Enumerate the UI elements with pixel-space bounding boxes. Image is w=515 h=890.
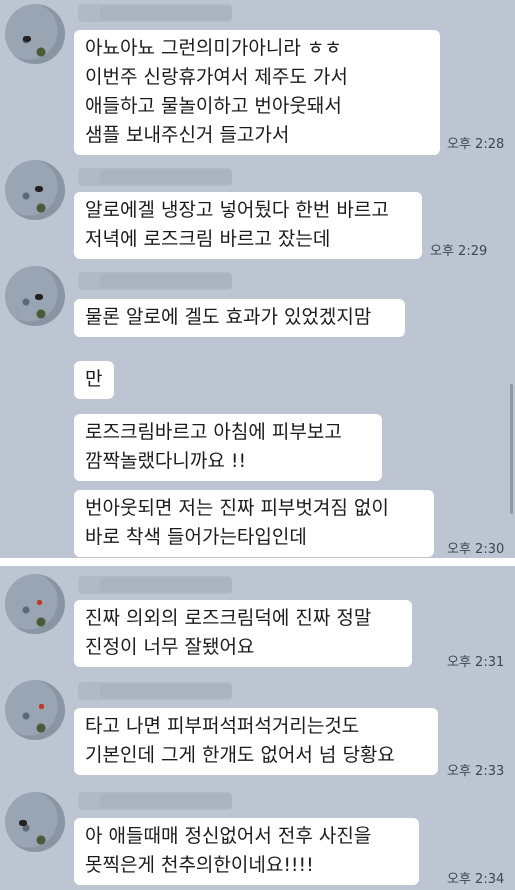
message-bubble[interactable]: 번아웃되면 저는 진짜 피부벗겨짐 없이 바로 착색 들어가는타입인데 bbox=[74, 490, 434, 557]
message-line: 만 bbox=[85, 368, 103, 390]
message-line: 아 애들때매 정신없어서 전후 사진을 bbox=[85, 825, 372, 847]
avatar-mark bbox=[39, 704, 44, 709]
avatar-mark bbox=[37, 600, 42, 605]
avatar[interactable] bbox=[5, 792, 65, 852]
message-line: 로즈크림바르고 아침에 피부보고 bbox=[85, 421, 342, 443]
message-bubble[interactable]: 아 애들때매 정신없어서 전후 사진을 못찍은게 천추의한이네요!!!! bbox=[74, 818, 419, 885]
message-timestamp: 오후 2:28 bbox=[447, 137, 505, 152]
message-line: 번아웃되면 저는 진짜 피부벗겨짐 없이 bbox=[85, 497, 389, 519]
scrollbar[interactable] bbox=[510, 384, 513, 514]
message-timestamp: 오후 2:30 bbox=[447, 542, 505, 557]
avatar-mark bbox=[35, 294, 43, 300]
message-line: 아뇨아뇨 그런의미가아니라 ㅎㅎ bbox=[85, 37, 342, 59]
message-bubble[interactable]: 만 bbox=[74, 361, 114, 399]
message-timestamp: 오후 2:33 bbox=[447, 764, 505, 779]
sender-name-redacted bbox=[78, 576, 232, 594]
chat-panel-bottom[interactable]: 진짜 의외의 로즈크림덕에 진짜 정말 진정이 너무 잘됐어요 오후 2:31 … bbox=[0, 566, 515, 890]
message-line: 애들하고 물놀이하고 번아웃돼서 bbox=[85, 95, 342, 117]
message-line: 기본인데 그게 한개도 없어서 넘 당황요 bbox=[85, 744, 395, 766]
message-line: 진짜 의외의 로즈크림덕에 진짜 정말 bbox=[85, 607, 372, 629]
chat-panel-top[interactable]: 아뇨아뇨 그런의미가아니라 ㅎㅎ 이번주 신랑휴가여서 제주도 가서 애들하고 … bbox=[0, 0, 515, 558]
message-timestamp: 오후 2:34 bbox=[447, 872, 505, 887]
message-bubble[interactable]: 아뇨아뇨 그런의미가아니라 ㅎㅎ 이번주 신랑휴가여서 제주도 가서 애들하고 … bbox=[74, 30, 440, 155]
message-timestamp: 오후 2:31 bbox=[447, 655, 505, 670]
sender-name-redacted bbox=[78, 682, 232, 700]
screenshot-divider bbox=[0, 558, 515, 566]
sender-name-redacted bbox=[78, 792, 232, 810]
sender-name-redacted bbox=[78, 168, 232, 186]
sender-name-redacted bbox=[78, 4, 232, 22]
message-bubble[interactable]: 알로에겔 냉장고 넣어뒀다 한번 바르고 저녁에 로즈크림 바르고 잤는데 bbox=[74, 192, 422, 259]
message-line: 물론 알로에 겔도 효과가 있었겠지맘 bbox=[85, 306, 372, 328]
message-bubble[interactable]: 타고 나면 피부퍼석퍼석거리는것도 기본인데 그게 한개도 없어서 넘 당황요 bbox=[74, 708, 438, 775]
message-bubble[interactable]: 진짜 의외의 로즈크림덕에 진짜 정말 진정이 너무 잘됐어요 bbox=[74, 600, 412, 667]
message-line: 바로 착색 들어가는타입인데 bbox=[85, 526, 307, 548]
message-bubble[interactable]: 물론 알로에 겔도 효과가 있었겠지맘 bbox=[74, 299, 405, 337]
message-line: 알로에겔 냉장고 넣어뒀다 한번 바르고 bbox=[85, 199, 389, 221]
message-line: 이번주 신랑휴가여서 제주도 가서 bbox=[85, 66, 348, 88]
avatar[interactable] bbox=[5, 266, 65, 326]
message-bubble[interactable]: 로즈크림바르고 아침에 피부보고 깜짝놀랬다니까요 !! bbox=[74, 414, 382, 481]
avatar-mark bbox=[23, 36, 31, 42]
avatar[interactable] bbox=[5, 574, 65, 634]
avatar-mark bbox=[35, 186, 43, 192]
avatar[interactable] bbox=[5, 680, 65, 740]
message-timestamp: 오후 2:29 bbox=[430, 244, 488, 259]
avatar[interactable] bbox=[5, 160, 65, 220]
message-line: 진정이 너무 잘됐어요 bbox=[85, 636, 255, 658]
message-line: 저녁에 로즈크림 바르고 잤는데 bbox=[85, 228, 331, 250]
sender-name-redacted bbox=[78, 272, 232, 290]
message-line: 타고 나면 피부퍼석퍼석거리는것도 bbox=[85, 715, 360, 737]
message-line: 샘플 보내주신거 들고가서 bbox=[85, 124, 290, 146]
message-line: 깜짝놀랬다니까요 !! bbox=[85, 450, 247, 472]
avatar[interactable] bbox=[5, 4, 65, 64]
message-line: 못찍은게 천추의한이네요!!!! bbox=[85, 854, 314, 876]
avatar-mark bbox=[19, 820, 27, 826]
